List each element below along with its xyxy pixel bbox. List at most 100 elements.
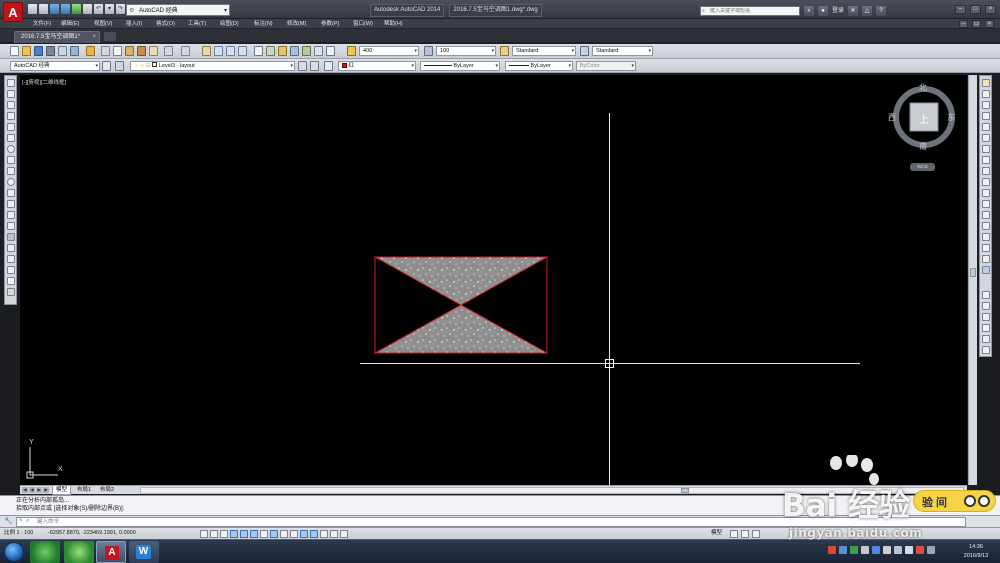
vertical-scroll-thumb[interactable]: [970, 268, 976, 277]
bottom-hatch-triangle[interactable]: [373, 304, 549, 354]
text-style-icon[interactable]: [347, 46, 356, 56]
point-icon[interactable]: [7, 222, 15, 230]
menu-dimension[interactable]: 标注(N): [254, 19, 287, 29]
system-clock[interactable]: 14:36 2016/9/13: [955, 543, 997, 561]
make-block-icon[interactable]: [7, 211, 15, 219]
start-button[interactable]: [4, 542, 24, 562]
viewcube-west[interactable]: 西: [888, 112, 896, 123]
command-close-icon[interactable]: ×: [19, 518, 23, 524]
vertical-scrollbar[interactable]: [968, 75, 977, 485]
web-mobile-icon[interactable]: [83, 4, 92, 14]
viewcube-north[interactable]: 北: [919, 82, 927, 93]
tray-antivirus-icon[interactable]: [916, 546, 924, 554]
tray-sogou-icon[interactable]: [828, 546, 836, 554]
top-hatch-triangle[interactable]: [373, 256, 549, 306]
text-style-dropdown[interactable]: Standard ▾: [512, 46, 576, 56]
layer-properties-icon[interactable]: [115, 61, 124, 71]
table-icon[interactable]: [7, 266, 15, 274]
chamfer-icon[interactable]: [982, 233, 990, 241]
quick-view-drawings-button[interactable]: [741, 530, 749, 538]
last-layout-icon[interactable]: ▶: [43, 487, 49, 493]
tab-drawing[interactable]: 2016.7.5宝马空调图1* ×: [14, 31, 100, 43]
quickcalc-icon[interactable]: [314, 46, 323, 56]
redo-icon[interactable]: [181, 46, 190, 56]
snap-mode-button[interactable]: [210, 530, 218, 538]
grid-display-button[interactable]: [220, 530, 228, 538]
3d-osnap-button[interactable]: [260, 530, 268, 538]
command-input[interactable]: [37, 518, 437, 526]
blend-curves-icon[interactable]: [982, 255, 990, 263]
circle-icon[interactable]: [7, 145, 15, 153]
open-icon[interactable]: [22, 46, 31, 56]
user-icon[interactable]: ●: [818, 6, 828, 16]
layer-dropdown[interactable]: ♁ ☼ ⊡ Level3 - layout ▾: [130, 61, 295, 71]
transparency-button[interactable]: [310, 530, 318, 538]
lineweight-button[interactable]: [300, 530, 308, 538]
pan-icon[interactable]: [202, 46, 211, 56]
ellipse-icon[interactable]: [7, 178, 15, 186]
save-icon[interactable]: [50, 4, 59, 14]
layer-previous-icon[interactable]: [310, 61, 319, 71]
zoom-realtime-icon[interactable]: [214, 46, 223, 56]
copy-icon[interactable]: [113, 46, 122, 56]
text-height-dropdown[interactable]: 400 ▾: [359, 46, 419, 56]
tab-layout2[interactable]: 布局2: [97, 486, 117, 495]
doc-restore-button[interactable]: ▭: [972, 20, 981, 28]
zoom-window-icon[interactable]: [226, 46, 235, 56]
break-at-point-icon[interactable]: [982, 200, 990, 208]
object-snap-tracking-button[interactable]: [270, 530, 278, 538]
extend-icon[interactable]: [982, 189, 990, 197]
zoom-previous-icon[interactable]: [238, 46, 247, 56]
search-icon[interactable]: ⌕: [804, 6, 814, 16]
autodesk360-icon[interactable]: △: [862, 6, 873, 16]
dim-scale-dropdown[interactable]: 100 ▾: [436, 46, 496, 56]
menu-parametric[interactable]: 参数(P): [321, 19, 353, 29]
object-snap-button[interactable]: [250, 530, 258, 538]
new-tab-button[interactable]: [104, 32, 116, 41]
dynamic-input-button[interactable]: [290, 530, 298, 538]
annotation-monitor-button[interactable]: [340, 530, 348, 538]
tray-misc-icon[interactable]: [927, 546, 935, 554]
multiline-text-icon[interactable]: A: [7, 277, 15, 285]
annotation-scale-button[interactable]: [752, 530, 760, 538]
next-layout-icon[interactable]: ▶: [36, 487, 42, 493]
undo-dropdown-icon[interactable]: ▾: [105, 4, 114, 14]
wcs-menu[interactable]: WCS: [910, 163, 935, 171]
menu-edit[interactable]: 编辑(E): [61, 19, 94, 29]
polar-tracking-button[interactable]: [240, 530, 248, 538]
quick-view-layouts-button[interactable]: [730, 530, 738, 538]
login-link[interactable]: 登录: [832, 6, 844, 16]
menu-format[interactable]: 格式(O): [156, 19, 188, 29]
fillet-icon[interactable]: [982, 244, 990, 252]
save-as-icon[interactable]: [61, 4, 70, 14]
doc-close-button[interactable]: ×: [985, 20, 994, 28]
send-under-icon[interactable]: [982, 335, 990, 343]
plot-icon[interactable]: [46, 46, 55, 56]
explode-icon[interactable]: [982, 266, 990, 274]
undo-icon[interactable]: [164, 46, 173, 56]
viewcube-south[interactable]: 南: [919, 141, 927, 152]
copy-object-icon[interactable]: [982, 90, 990, 98]
wrench-icon[interactable]: 🔧: [4, 517, 13, 526]
design-center-icon[interactable]: [266, 46, 275, 56]
new-file-icon[interactable]: [28, 4, 37, 14]
model-space-button[interactable]: 模型: [711, 528, 722, 539]
tool-palettes-icon[interactable]: [278, 46, 287, 56]
menu-draw[interactable]: 绘图(D): [220, 19, 254, 29]
lineweight-dropdown[interactable]: ByLayer ▾: [505, 61, 573, 71]
taskbar-app-360-icon[interactable]: [30, 541, 60, 563]
match-properties-icon[interactable]: [137, 46, 146, 56]
markup-icon[interactable]: [302, 46, 311, 56]
erase-icon[interactable]: [982, 79, 990, 87]
infer-constraints-button[interactable]: [200, 530, 208, 538]
taskbar-app-autocad-icon[interactable]: A: [96, 541, 126, 563]
open-file-icon[interactable]: [39, 4, 48, 14]
menu-insert[interactable]: 插入(I): [126, 19, 156, 29]
color-dropdown[interactable]: 红 ▾: [338, 61, 416, 71]
insert-block-icon[interactable]: [7, 200, 15, 208]
coordinates-readout[interactable]: -62957.8870, -223469.1991, 0.0000: [48, 528, 136, 539]
exchange-icon[interactable]: ✕: [848, 6, 859, 16]
search-input[interactable]: [710, 8, 795, 14]
save-icon[interactable]: [34, 46, 43, 56]
drawing-canvas[interactable]: [-][俯视][二维线框] 北 南 东 西 上 WCS Y X: [20, 75, 967, 485]
